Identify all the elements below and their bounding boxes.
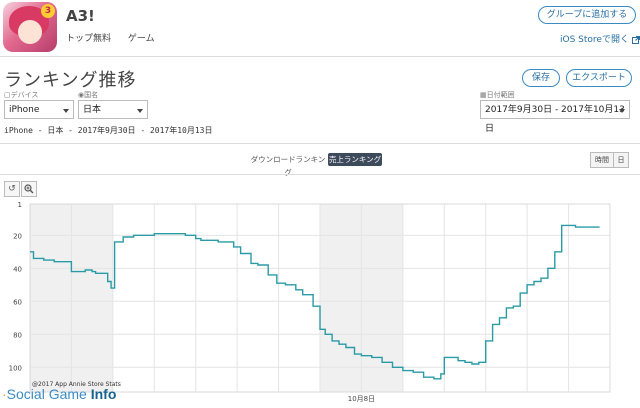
app-name: A3!	[66, 7, 95, 25]
tab-download-ranking[interactable]: ダウンロードランキング	[248, 153, 328, 177]
date-range-select[interactable]: 2017年9月30日 - 2017年10月13日	[480, 100, 630, 134]
app-meta-chart[interactable]: トップ無料	[66, 34, 111, 44]
y-tick-label-5: 100	[9, 364, 22, 372]
ranking-series-line-0	[30, 224, 600, 380]
add-to-group-button[interactable]: グループに追加する	[538, 6, 636, 24]
granularity-day-toggle[interactable]: 日	[613, 152, 629, 168]
watermark-text-1: Social Game	[6, 386, 87, 402]
app-icon-face	[18, 20, 42, 44]
country-select[interactable]: 日本	[78, 100, 148, 119]
x-tick-label-0: 10月8日	[348, 395, 375, 403]
app-meta-category[interactable]: ゲーム	[128, 34, 155, 44]
device-filter-label: ▢デバイス	[4, 91, 39, 99]
date-filter-label: ▦日付範囲	[480, 91, 515, 99]
device-select[interactable]: iPhone	[4, 100, 74, 119]
save-button[interactable]: 保存	[522, 69, 560, 87]
device-checkbox-icon: ▢	[4, 91, 11, 99]
summary-divider	[0, 143, 640, 144]
export-button[interactable]: エクスポート	[566, 69, 632, 87]
page-title: ランキング推移	[4, 70, 137, 91]
open-ios-store-link[interactable]: iOS Storeで開く	[560, 32, 640, 45]
y-tick-label-3: 60	[13, 298, 22, 306]
external-link-icon	[631, 35, 640, 44]
device-select-value: iPhone	[9, 105, 40, 115]
zoom-icon	[24, 184, 34, 194]
header-divider	[0, 56, 640, 57]
y-tick-label-1: 20	[13, 232, 22, 240]
chart-toolbar-divider	[0, 174, 640, 175]
filter-summary: iPhone - 日本 - 2017年9月30日 - 2017年10月13日	[4, 126, 213, 135]
country-select-value: 日本	[83, 105, 102, 115]
chevron-down-icon	[63, 109, 69, 113]
zoom-button[interactable]	[21, 181, 37, 197]
undo-icon: ↺	[8, 184, 16, 194]
calendar-icon: ▦	[480, 91, 487, 99]
date-range-value: 2017年9月30日 - 2017年10月13日	[485, 105, 625, 134]
open-ios-store-label: iOS Storeで開く	[560, 35, 629, 45]
y-tick-label-0: 1	[18, 201, 22, 209]
app-icon: 3	[3, 2, 57, 52]
watermark-text-2: Info	[90, 386, 117, 402]
ranking-chart[interactable]: 1 20 40 60 80 100 10月8日	[0, 196, 640, 408]
y-tick-label-4: 80	[13, 331, 22, 339]
y-tick-label-2: 40	[13, 265, 22, 273]
tab-revenue-ranking[interactable]: 売上ランキング	[328, 153, 382, 166]
chevron-down-icon	[619, 109, 625, 113]
granularity-hour-toggle[interactable]: 時間	[590, 152, 614, 168]
chevron-down-icon	[137, 109, 143, 113]
app-meta: トップ無料 ゲーム	[66, 31, 169, 44]
country-filter-label: ◉国名	[78, 91, 99, 99]
watermark: ·Social Game Info	[2, 386, 116, 402]
app-icon-badge: 3	[41, 4, 55, 18]
reset-zoom-button[interactable]: ↺	[4, 181, 20, 197]
